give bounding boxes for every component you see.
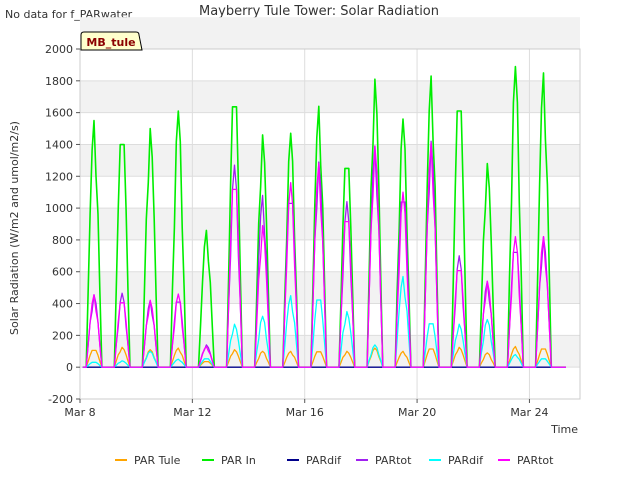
y-tick-label: 1600: [45, 107, 73, 120]
solar-radiation-chart: No data for f_PARwater Mayberry Tule Tow…: [5, 4, 581, 467]
station-badge: MB_tule: [80, 31, 143, 51]
y-axis-label: Solar Radiation (W/m2 and umol/m2/s): [8, 121, 21, 335]
x-tick-label: Mar 16: [286, 406, 324, 419]
legend-item: PARtot: [498, 454, 554, 467]
x-tick-label: Mar 24: [510, 406, 548, 419]
grid-band: [80, 80, 580, 113]
y-tick-label: -200: [48, 393, 73, 406]
legend-label: PARtot: [517, 454, 554, 467]
x-tick-label: Mar 12: [173, 406, 211, 419]
legend-item: PARdif: [287, 454, 342, 467]
y-tick-label: 400: [52, 298, 73, 311]
y-tick-label: 600: [52, 266, 73, 279]
y-tick-label: 800: [52, 234, 73, 247]
y-tick-label: 1000: [45, 202, 73, 215]
legend-label: PAR Tule: [134, 454, 181, 467]
legend-item: PARdif: [429, 454, 484, 467]
legend-item: PARtot: [356, 454, 412, 467]
y-tick-label: 1200: [45, 170, 73, 183]
grid-band: [80, 17, 580, 49]
legend-label: PARdif: [448, 454, 484, 467]
badge-label: MB_tule: [86, 36, 135, 49]
legend: PAR Tule PAR In PARdif PARtot PARdif PARtot: [115, 454, 554, 467]
legend-label: PAR In: [221, 454, 256, 467]
y-axis-ticks: -200 0 200 400 600 800 1000 1200 1400 1600 1800 200…: [45, 43, 80, 406]
grid-band: [80, 144, 580, 177]
x-axis-label: Time: [550, 423, 578, 436]
x-axis-ticks: Mar 8 Mar 12 Mar 16 Mar 20 Mar 24: [64, 399, 549, 419]
y-tick-label: 0: [66, 361, 73, 374]
legend-label: PARtot: [375, 454, 412, 467]
legend-item: PAR In: [202, 454, 256, 467]
chart-title: Mayberry Tule Tower: Solar Radiation: [199, 4, 439, 19]
y-tick-label: 1400: [45, 138, 73, 151]
x-tick-label: Mar 20: [398, 406, 436, 419]
x-tick-label: Mar 8: [64, 406, 95, 419]
y-tick-label: 200: [52, 329, 73, 342]
legend-label: PARdif: [306, 454, 342, 467]
y-tick-label: 1800: [45, 75, 73, 88]
y-tick-label: 2000: [45, 43, 73, 56]
legend-item: PAR Tule: [115, 454, 181, 467]
